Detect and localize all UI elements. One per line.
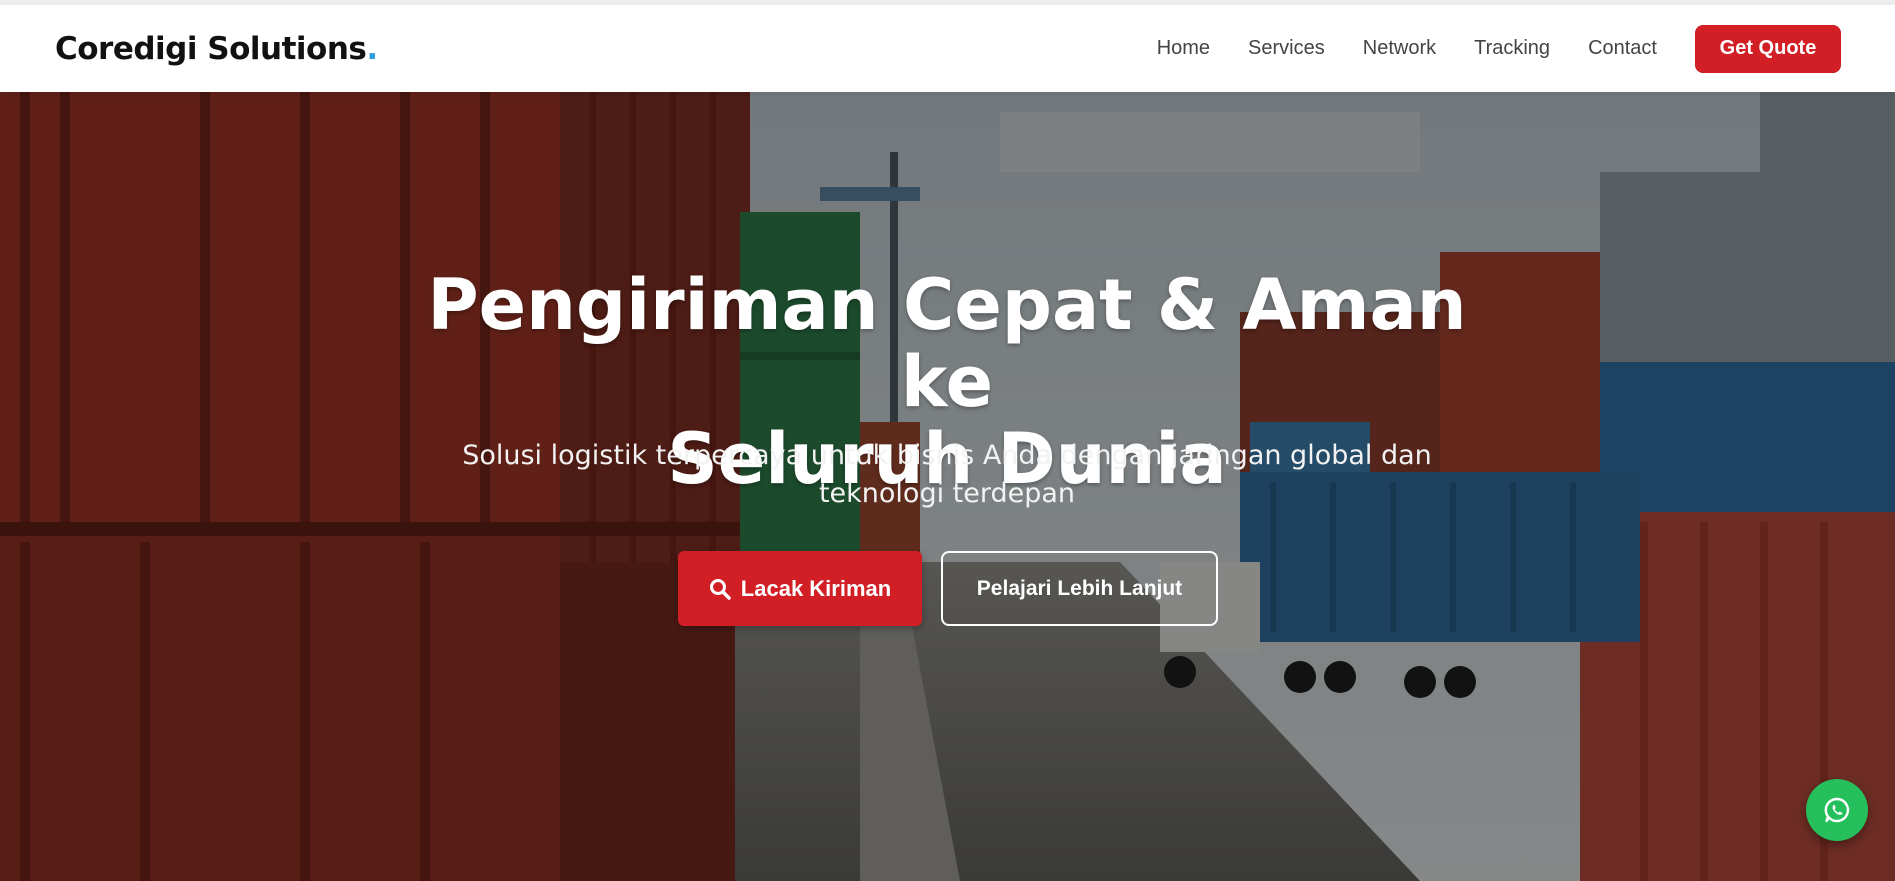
learn-more-button[interactable]: Pelajari Lebih Lanjut [941,551,1218,626]
hero-actions: Lacak Kiriman Pelajari Lebih Lanjut [678,551,1218,626]
nav-network[interactable]: Network [1363,37,1436,60]
track-shipment-button[interactable]: Lacak Kiriman [678,551,922,626]
search-icon [709,578,731,600]
main-menu: Home Services Network Tracking Contact G… [1157,24,1841,73]
nav-services[interactable]: Services [1248,37,1325,60]
brand-dot: . [366,30,378,67]
nav-home[interactable]: Home [1157,37,1210,60]
track-shipment-label: Lacak Kiriman [740,575,892,601]
nav-contact[interactable]: Contact [1588,37,1657,60]
hero-subtitle: Solusi logistik terpercaya untuk bisnis … [462,440,1432,509]
hero-title-line1: Pengiriman Cepat & Aman ke [427,264,1467,423]
whatsapp-button[interactable] [1806,779,1868,841]
brand-name: Coredigi Solutions [55,30,367,67]
brand-logo[interactable]: Coredigi Solutions. [55,31,378,67]
get-quote-button[interactable]: Get Quote [1695,24,1841,73]
hero-section: Pengiriman Cepat & Aman ke Seluruh Dunia… [0,92,1895,881]
nav-tracking[interactable]: Tracking [1474,37,1550,60]
navbar: Coredigi Solutions. Home Services Networ… [0,5,1895,92]
whatsapp-icon [1824,797,1850,823]
